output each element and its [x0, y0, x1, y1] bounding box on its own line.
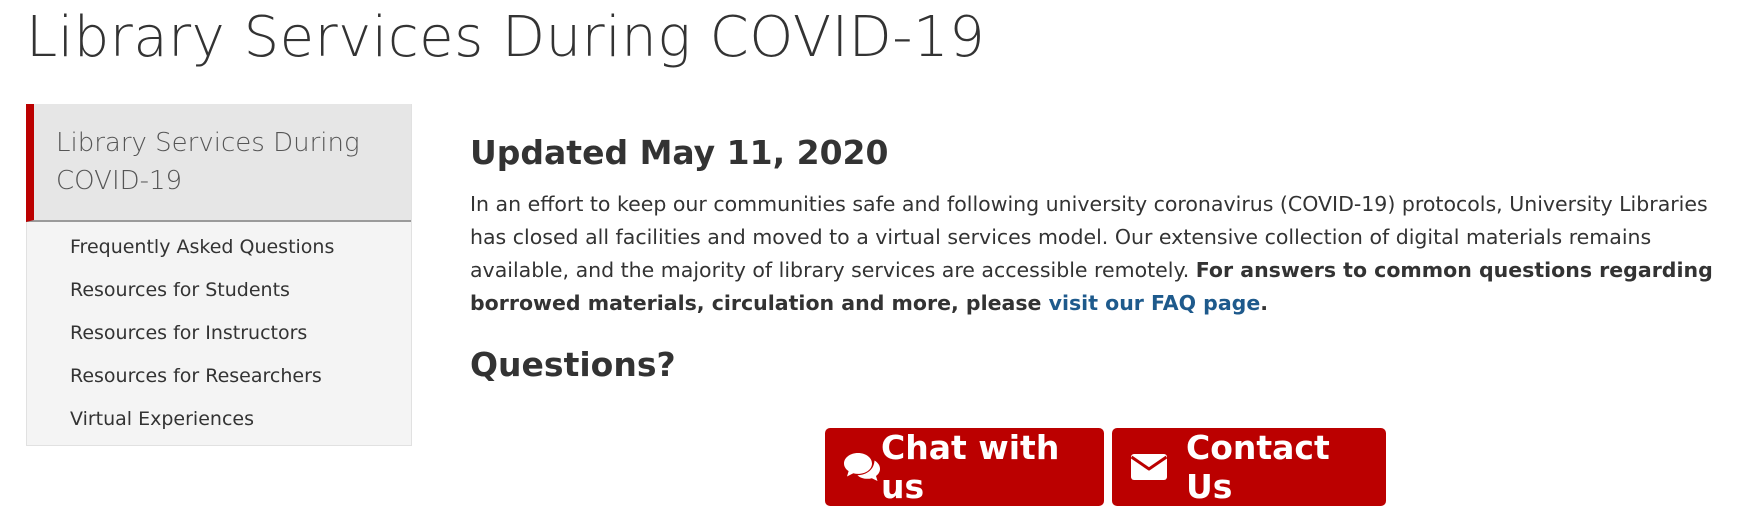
chat-button[interactable]: Chat with us: [825, 428, 1104, 506]
sidebar-header[interactable]: Library Services During COVID-19: [26, 104, 411, 222]
chat-bubbles-icon: [843, 451, 881, 483]
sidebar-item-instructors[interactable]: Resources for Instructors: [27, 312, 411, 355]
sidebar-list: Frequently Asked Questions Resources for…: [27, 222, 411, 445]
questions-heading: Questions?: [470, 345, 676, 384]
contact-button-label: Contact Us: [1186, 428, 1330, 506]
intro-end: .: [1260, 291, 1269, 315]
sidebar-item-students[interactable]: Resources for Students: [27, 269, 411, 312]
sidebar-nav: Library Services During COVID-19 Frequen…: [26, 104, 412, 446]
sidebar-item-faq[interactable]: Frequently Asked Questions: [27, 226, 411, 269]
faq-link[interactable]: visit our FAQ page: [1049, 291, 1261, 315]
contact-button[interactable]: Contact Us: [1112, 428, 1386, 506]
sidebar-header-label: Library Services During COVID-19: [56, 128, 360, 196]
sidebar-item-researchers[interactable]: Resources for Researchers: [27, 355, 411, 398]
page-title: Library Services During COVID-19: [26, 5, 986, 70]
chat-button-label: Chat with us: [881, 428, 1060, 506]
updated-heading: Updated May 11, 2020: [470, 133, 889, 172]
main-content: Updated May 11, 2020 In an effort to kee…: [470, 130, 1732, 388]
sidebar-item-virtual-experiences[interactable]: Virtual Experiences: [27, 398, 411, 441]
intro-paragraph: In an effort to keep our communities saf…: [470, 188, 1732, 320]
envelope-icon: [1130, 452, 1168, 482]
